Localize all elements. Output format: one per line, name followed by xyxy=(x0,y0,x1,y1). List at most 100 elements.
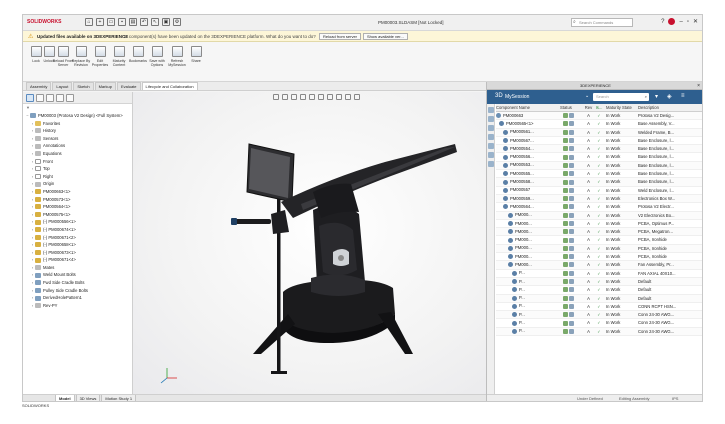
scene-icon[interactable] xyxy=(345,94,351,100)
section-view-icon[interactable] xyxy=(300,94,306,100)
zoom-fit-icon[interactable] xyxy=(273,94,279,100)
grid-row[interactable]: PM000553... A ✓ In Work Base Enclosure, l... xyxy=(496,161,702,171)
close-icon[interactable]: ✕ xyxy=(693,18,698,25)
home-icon[interactable]: ⌂ xyxy=(85,18,93,26)
tree-item[interactable]: › Equations xyxy=(25,150,132,158)
tree-item[interactable]: › Annotations xyxy=(25,142,132,150)
previous-view-icon[interactable] xyxy=(291,94,297,100)
info-tool-icon[interactable] xyxy=(488,161,494,167)
session-tool-icon[interactable] xyxy=(488,107,494,113)
minimize-icon[interactable]: – xyxy=(679,19,682,25)
grid-row[interactable]: PM000561... A ✓ In Work Welded Frame, B... xyxy=(496,128,702,137)
tree-item[interactable]: › Top xyxy=(25,165,132,173)
tree-item[interactable]: › (-) PM000671<4> xyxy=(25,256,132,264)
tree-item[interactable]: › Front xyxy=(25,158,132,166)
grid-row[interactable]: PM000559... A ✓ In Work Electronics Box W... xyxy=(496,194,702,204)
session-search-input[interactable]: Search ⌕ xyxy=(593,93,649,101)
session-name[interactable]: MySession xyxy=(505,94,529,100)
col-rev[interactable]: Rev xyxy=(583,104,594,111)
tree-item[interactable]: › PM000573<1> xyxy=(25,196,132,204)
tab-lifecycle-collaboration[interactable]: Lifecycle and Collaboration xyxy=(141,82,198,90)
display-style-icon[interactable] xyxy=(318,94,324,100)
grid-row[interactable]: PM000663 A ✓ In Work Protosa V2 Desig... xyxy=(496,112,702,121)
search-tool-icon[interactable] xyxy=(488,125,494,131)
grid-row[interactable]: PM000... A ✓ In Work PCBA, Optimus P... xyxy=(496,220,702,229)
tree-item[interactable]: › Right xyxy=(25,173,132,181)
grid-row[interactable]: P... A ✓ In Work Conn 24-30 AWG... xyxy=(496,327,702,337)
help-icon[interactable]: ? xyxy=(661,19,664,25)
save-with-options-button[interactable]: Save with Options xyxy=(146,46,168,68)
tree-item[interactable]: › (-) PM000556<1> xyxy=(25,218,132,226)
appearance-icon[interactable] xyxy=(336,94,342,100)
save-icon[interactable]: ▪ xyxy=(118,18,126,26)
grid-row[interactable]: P... A ✓ In Work FAN AXIAL 40X10... xyxy=(496,270,702,278)
tab-model[interactable]: Model xyxy=(55,395,75,401)
menu-icon[interactable]: ≡ xyxy=(681,93,685,99)
user-avatar[interactable] xyxy=(668,18,676,25)
grid-row[interactable]: PM000... A ✓ In Work PCBA, Ironhide xyxy=(496,253,702,262)
tree-item[interactable]: › PM000663<1> xyxy=(25,188,132,196)
search-commands-input[interactable]: ⌕ Search Commands xyxy=(571,18,633,27)
grid-row[interactable]: PM000564... A ✓ In Work Protosa V2 Electr... xyxy=(496,203,702,212)
grid-row[interactable]: PM000558... A ✓ In Work Base Enclosure, l... xyxy=(496,178,702,187)
grid-row[interactable]: PM000567... A ✓ In Work Base Enclosure, l... xyxy=(496,137,702,146)
print-icon[interactable]: ▤ xyxy=(129,18,137,26)
tab-markup[interactable]: Markup xyxy=(94,82,116,90)
collab-tool-icon[interactable] xyxy=(488,116,494,122)
tree-item[interactable]: › Fwd Side Cradle Bolts xyxy=(25,279,132,287)
grid-row[interactable]: PM000... A ✓ In Work PCBA, Ironhide xyxy=(496,236,702,245)
col-status[interactable]: Status xyxy=(560,104,583,111)
tab-assembly[interactable]: Assembly xyxy=(26,82,52,90)
col-maturity-state[interactable]: Maturity State xyxy=(604,104,638,111)
col-component-name[interactable]: Component Name xyxy=(496,104,560,111)
undo-icon[interactable]: ↶ xyxy=(140,18,148,26)
tree-item[interactable]: › Mates xyxy=(25,264,132,272)
grid-row[interactable]: PM000... A ✓ In Work PCBA, Megatron... xyxy=(496,228,702,237)
tree-item[interactable]: › Rev-PY xyxy=(25,302,132,310)
tag-icon[interactable]: ◈ xyxy=(667,93,672,100)
select-icon[interactable]: ↖ xyxy=(151,18,159,26)
property-manager-tab-icon[interactable] xyxy=(36,94,44,102)
grid-row[interactable]: P... A ✓ In Work Default xyxy=(496,286,702,295)
tree-item[interactable]: › Origin xyxy=(25,180,132,188)
grid-row[interactable]: P... A ✓ In Work Default xyxy=(496,294,702,303)
view-settings-icon[interactable] xyxy=(354,94,360,100)
grid-row[interactable]: PM000565<1> A ✓ In Work Base Assembly, V... xyxy=(496,120,702,129)
display-manager-tab-icon[interactable] xyxy=(66,94,74,102)
tab-motion-study[interactable]: Motion Study 1 xyxy=(101,395,137,401)
col-is[interactable]: Is... xyxy=(594,104,604,111)
grid-row[interactable]: PM000... A ✓ In Work V2 Electronics Bo... xyxy=(496,211,702,220)
footer-units[interactable]: IPS xyxy=(672,396,678,401)
tree-item[interactable]: › DerivedHolePattern1 xyxy=(25,294,132,302)
share-tool-icon[interactable] xyxy=(488,143,494,149)
feature-tree-tab-icon[interactable] xyxy=(26,94,34,102)
tree-item[interactable]: › Weld Mount Bolts xyxy=(25,271,132,279)
tab-evaluate[interactable]: Evaluate xyxy=(116,82,141,90)
grid-row[interactable]: PM000... A ✓ In Work Fan Assembly, Pr... xyxy=(496,261,702,270)
grid-row[interactable]: PM000554... A ✓ In Work Base Enclosure, l... xyxy=(496,145,702,154)
grid-row[interactable]: PM000555... A ✓ In Work Base Enclosure, l... xyxy=(496,170,702,179)
show-available-versions-button[interactable]: Show available ver... xyxy=(363,33,408,40)
grid-row[interactable]: P... A ✓ In Work Conn 24-30 AWG... xyxy=(496,311,702,320)
tab-layout[interactable]: Layout xyxy=(52,82,73,90)
grid-row[interactable]: PM000... A ✓ In Work PCBA, Ironhide xyxy=(496,244,702,254)
zoom-area-icon[interactable] xyxy=(282,94,288,100)
grid-row[interactable]: PM000557 A ✓ In Work Weld Enclosure, l... xyxy=(496,187,702,195)
tree-item[interactable]: › PM000564<1> xyxy=(25,203,132,211)
col-description[interactable]: Description xyxy=(638,104,678,111)
tree-item[interactable]: › Pulley Side Cradle Bolts xyxy=(25,287,132,295)
tree-item[interactable]: › History xyxy=(25,127,132,135)
tree-filter[interactable]: ▼ xyxy=(23,104,132,112)
tree-root[interactable]: − PM00003 (Protosa V2 Design) <Full Syst… xyxy=(25,112,132,120)
lifecycle-tool-icon[interactable] xyxy=(488,134,494,140)
options-icon[interactable]: ⚙ xyxy=(173,18,181,26)
grid-row[interactable]: P... A ✓ In Work Default xyxy=(496,277,702,287)
tree-item[interactable]: › Sensors xyxy=(25,135,132,143)
configuration-manager-tab-icon[interactable] xyxy=(46,94,54,102)
open-folder-icon[interactable]: ▭ xyxy=(107,18,115,26)
tree-item[interactable]: › Favorites xyxy=(25,120,132,128)
share-button[interactable]: Share xyxy=(185,46,207,63)
tree-item[interactable]: › (-) PM000671<2> xyxy=(25,234,132,242)
hide-show-icon[interactable] xyxy=(327,94,333,100)
restore-icon[interactable]: ▫ xyxy=(687,19,689,25)
